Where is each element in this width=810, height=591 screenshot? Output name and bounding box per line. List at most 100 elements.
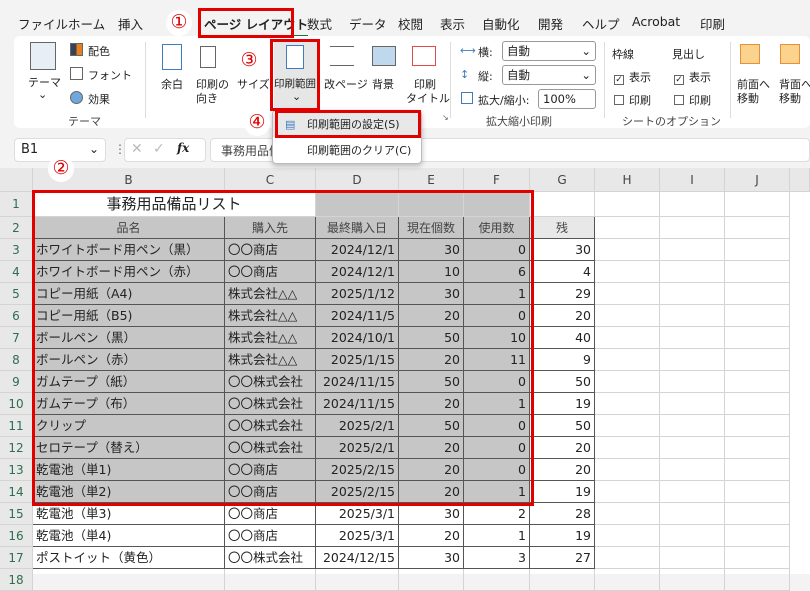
table-cell[interactable] (725, 327, 790, 349)
headings-view-checkbox[interactable]: ✓ 表示 (674, 69, 711, 85)
table-cell[interactable]: 〇〇商店 (225, 503, 316, 525)
table-cell[interactable]: 29 (530, 283, 595, 305)
insert-function-icon[interactable]: fx (177, 141, 189, 155)
table-cell[interactable] (660, 547, 725, 569)
cancel-icon[interactable]: ✕ (131, 141, 143, 157)
tab-8[interactable]: 表示 (440, 14, 465, 33)
width-select[interactable]: 自動 ⌄ (502, 41, 596, 61)
row-header[interactable]: 3 (0, 239, 33, 261)
column-header-k[interactable] (790, 168, 810, 192)
row-header[interactable]: 1 (0, 192, 33, 217)
tab-12[interactable]: Acrobat (632, 14, 680, 29)
send-backward-line2[interactable]: 移動 (779, 90, 801, 106)
table-cell[interactable]: 20 (530, 305, 595, 327)
cell[interactable] (725, 192, 790, 217)
colors-button[interactable]: 配色 (88, 43, 110, 59)
table-cell[interactable] (660, 327, 725, 349)
table-cell[interactable]: 30 (399, 547, 464, 569)
table-cell[interactable]: 20 (530, 459, 595, 481)
table-cell[interactable]: 19 (530, 393, 595, 415)
table-cell[interactable] (725, 283, 790, 305)
table-cell[interactable] (595, 371, 660, 393)
table-cell[interactable] (225, 569, 316, 591)
table-cell[interactable]: 19 (530, 481, 595, 503)
row-header[interactable]: 18 (0, 569, 33, 591)
table-cell[interactable] (725, 437, 790, 459)
table-cell[interactable]: 〇〇株式会社 (225, 547, 316, 569)
table-cell[interactable] (595, 569, 660, 591)
table-cell[interactable]: 2 (464, 503, 530, 525)
table-cell[interactable] (595, 239, 660, 261)
height-select[interactable]: 自動 ⌄ (502, 65, 596, 85)
column-header-I[interactable]: I (660, 168, 725, 192)
row-header[interactable]: 11 (0, 415, 33, 437)
select-all-button[interactable] (0, 168, 33, 192)
headings-print-checkbox[interactable]: 印刷 (674, 92, 711, 108)
column-header-D[interactable]: D (316, 168, 399, 192)
bring-forward-line2[interactable]: 移動 (737, 90, 759, 106)
tab-11[interactable]: ヘルプ (582, 14, 620, 33)
column-header-F[interactable]: F (464, 168, 530, 192)
background-button[interactable]: 背景 (372, 76, 394, 92)
column-header-G[interactable]: G (530, 168, 595, 192)
dialog-launcher-icon[interactable]: ↘ (442, 113, 449, 122)
orientation-line2[interactable]: 向き (196, 90, 218, 106)
table-cell[interactable] (595, 547, 660, 569)
table-cell[interactable] (595, 393, 660, 415)
table-cell[interactable] (660, 239, 725, 261)
row-header[interactable]: 6 (0, 305, 33, 327)
row-header[interactable]: 9 (0, 371, 33, 393)
row-header[interactable]: 10 (0, 393, 33, 415)
table-cell[interactable] (595, 349, 660, 371)
row-header[interactable]: 5 (0, 283, 33, 305)
table-cell[interactable] (725, 239, 790, 261)
table-cell[interactable] (660, 261, 725, 283)
table-cell[interactable]: 40 (530, 327, 595, 349)
table-cell[interactable]: 20 (530, 437, 595, 459)
table-cell[interactable] (725, 261, 790, 283)
table-cell[interactable] (725, 393, 790, 415)
table-cell[interactable] (725, 503, 790, 525)
table-cell[interactable] (316, 569, 399, 591)
cell[interactable] (725, 217, 790, 239)
print-titles-line2[interactable]: タイトル (406, 90, 450, 106)
table-cell[interactable]: 3 (464, 547, 530, 569)
enter-icon[interactable]: ✓ (153, 141, 165, 157)
size-button[interactable]: サイズ (237, 76, 270, 92)
table-cell[interactable] (464, 569, 530, 591)
table-cell[interactable]: 30 (530, 239, 595, 261)
table-cell[interactable]: 乾電池（単3) (33, 503, 225, 525)
row-header[interactable]: 8 (0, 349, 33, 371)
tab-0[interactable]: ファイル (18, 14, 68, 33)
table-cell[interactable] (660, 393, 725, 415)
table-cell[interactable] (660, 437, 725, 459)
table-cell[interactable]: 2025/3/1 (316, 503, 399, 525)
table-cell[interactable]: 〇〇商店 (225, 525, 316, 547)
tab-10[interactable]: 開発 (538, 14, 563, 33)
row-header[interactable]: 14 (0, 481, 33, 503)
column-header-E[interactable]: E (399, 168, 464, 192)
tab-13[interactable]: 印刷 (700, 14, 725, 33)
row-header[interactable]: 7 (0, 327, 33, 349)
cell[interactable] (595, 192, 660, 217)
table-cell[interactable] (530, 569, 595, 591)
table-cell[interactable]: 50 (530, 415, 595, 437)
table-cell[interactable]: ポストイット（黄色） (33, 547, 225, 569)
breaks-button[interactable]: 改ページ (324, 76, 368, 92)
row-header[interactable]: 16 (0, 525, 33, 547)
table-cell[interactable] (595, 261, 660, 283)
table-cell[interactable] (725, 525, 790, 547)
cell[interactable] (595, 217, 660, 239)
cell[interactable] (530, 192, 595, 217)
column-header-C[interactable]: C (225, 168, 316, 192)
row-header[interactable]: 12 (0, 437, 33, 459)
gridlines-view-checkbox[interactable]: ✓ 表示 (614, 69, 651, 85)
table-cell[interactable] (660, 305, 725, 327)
table-cell[interactable] (660, 459, 725, 481)
table-cell[interactable] (33, 569, 225, 591)
table-cell[interactable] (595, 305, 660, 327)
table-cell[interactable]: 20 (399, 525, 464, 547)
table-cell[interactable] (725, 349, 790, 371)
scale-spinner[interactable]: 100% (538, 89, 596, 109)
row-header[interactable]: 2 (0, 217, 33, 239)
